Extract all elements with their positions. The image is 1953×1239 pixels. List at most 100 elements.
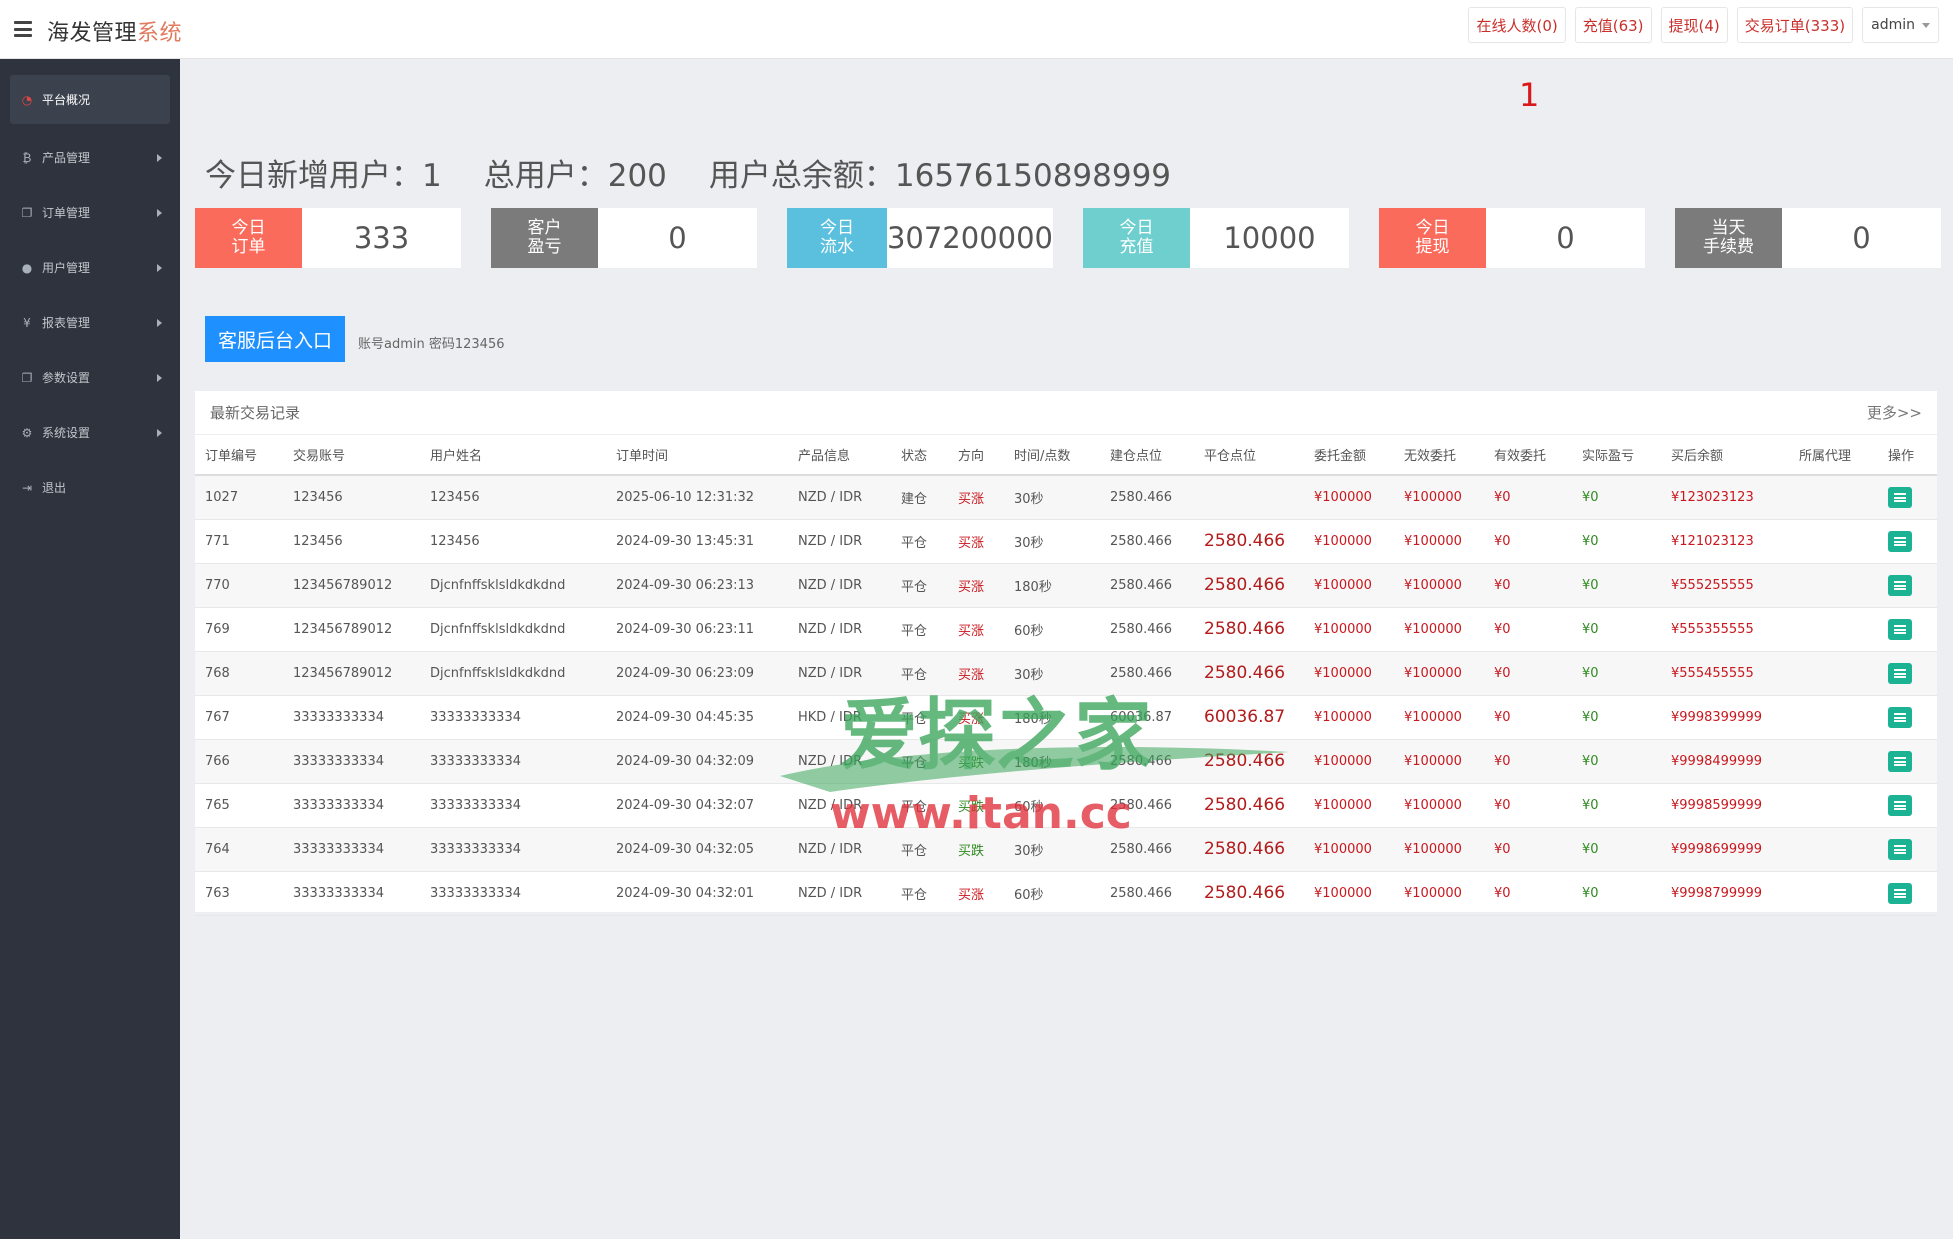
- cell-order-id: 1027: [195, 475, 283, 520]
- cell-profit-loss: ¥0: [1572, 607, 1661, 652]
- cell-close-price: [1194, 475, 1304, 520]
- cell-close-price: 2580.466: [1194, 563, 1304, 608]
- stat-card-label: 今日 订单: [195, 208, 302, 268]
- table-header-row: 订单编号 交易账号 用户姓名 订单时间 产品信息 状态 方向 时间/点数 建仓点位 平仓点位 委托金…: [195, 435, 1937, 476]
- cell-operation: [1878, 651, 1937, 696]
- menu-toggle-icon[interactable]: [14, 21, 32, 37]
- stat-card: 今日 订单 333: [195, 208, 461, 268]
- cell-status: 平仓: [891, 827, 948, 872]
- detail-icon[interactable]: [1888, 794, 1912, 816]
- cell-balance-after: ¥123023123: [1661, 475, 1789, 520]
- cell-agent: [1789, 607, 1878, 652]
- stat-card-label: 今日 流水: [787, 208, 887, 268]
- cell-close-price: 2580.466: [1194, 739, 1304, 784]
- sidebar-item-1[interactable]: ₿ 产品管理: [10, 130, 170, 185]
- detail-icon[interactable]: [1888, 530, 1912, 552]
- cell-user-name: 33333333334: [420, 783, 606, 828]
- cell-duration: 180秒: [1004, 739, 1100, 784]
- cell-account: 123456789012: [283, 607, 420, 652]
- cell-agent: [1789, 475, 1878, 520]
- sidebar-item-6[interactable]: ⚙ 系统设置: [10, 405, 170, 460]
- stat-card: 当天 手续费 0: [1675, 208, 1941, 268]
- user-menu[interactable]: admin: [1862, 7, 1939, 43]
- detail-icon[interactable]: [1888, 706, 1912, 728]
- cell-balance-after: ¥555255555: [1661, 563, 1789, 608]
- cell-status: 建仓: [891, 475, 948, 520]
- cell-direction: 买跌: [948, 783, 1004, 828]
- sidebar-item-7[interactable]: ⇥ 退出: [10, 460, 170, 515]
- column-header: 无效委托: [1394, 435, 1484, 476]
- cell-direction: 买涨: [948, 695, 1004, 740]
- stat-card-label-line1: 今日: [819, 218, 854, 238]
- chevron-right-icon: [157, 208, 162, 217]
- cell-open-price: 2580.466: [1100, 519, 1194, 564]
- cell-duration: 30秒: [1004, 651, 1100, 696]
- cell-agent: [1789, 695, 1878, 740]
- trade-orders-button[interactable]: 交易订单(333): [1736, 7, 1854, 43]
- stat-card: 今日 流水 307200000: [787, 208, 1053, 268]
- sidebar-item-2[interactable]: ❐ 订单管理: [10, 185, 170, 240]
- new-users-stat: 今日新增用户：1: [205, 158, 442, 194]
- cell-valid-entrust: ¥0: [1484, 475, 1572, 520]
- cell-open-price: 2580.466: [1100, 475, 1194, 520]
- cell-valid-entrust: ¥0: [1484, 739, 1572, 784]
- cell-product: NZD / IDR: [788, 607, 891, 652]
- cell-account: 33333333334: [283, 739, 420, 784]
- recharge-button[interactable]: 充值(63): [1574, 7, 1652, 43]
- cell-valid-entrust: ¥0: [1484, 695, 1572, 740]
- column-header: 买后余额: [1661, 435, 1789, 476]
- credentials-hint: 账号admin 密码123456: [358, 337, 505, 352]
- top-bar: 海发管理系统 在线人数(0) 充值(63) 提现(4) 交易订单(333) ad…: [0, 0, 1953, 59]
- sidebar-item-label: 报表管理: [42, 316, 91, 330]
- cell-operation: [1878, 827, 1937, 872]
- sidebar-item-5[interactable]: ❐ 参数设置: [10, 350, 170, 405]
- column-header: 订单编号: [195, 435, 283, 476]
- user-icon: ●: [21, 260, 33, 275]
- detail-icon[interactable]: [1888, 838, 1912, 860]
- column-header: 建仓点位: [1100, 435, 1194, 476]
- detail-icon[interactable]: [1888, 486, 1912, 508]
- copy-icon: ❐: [21, 370, 33, 385]
- cell-product: NZD / IDR: [788, 827, 891, 872]
- cell-product: HKD / IDR: [788, 695, 891, 740]
- cell-close-price: 2580.466: [1194, 519, 1304, 564]
- cell-balance-after: ¥121023123: [1661, 519, 1789, 564]
- cell-status: 平仓: [891, 739, 948, 784]
- cell-agent: [1789, 519, 1878, 564]
- more-link[interactable]: 更多>>: [1867, 402, 1922, 423]
- customer-service-button[interactable]: 客服后台入口: [205, 316, 345, 362]
- detail-icon[interactable]: [1888, 750, 1912, 772]
- cell-order-id: 766: [195, 739, 283, 784]
- cell-order-id: 768: [195, 651, 283, 696]
- detail-icon[interactable]: [1888, 618, 1912, 640]
- column-header: 状态: [891, 435, 948, 476]
- panel-header: 最新交易记录 更多>>: [195, 391, 1937, 435]
- detail-icon[interactable]: [1888, 882, 1912, 904]
- sidebar-item-label: 用户管理: [42, 261, 91, 275]
- cell-agent: [1789, 827, 1878, 872]
- cell-operation: [1878, 695, 1937, 740]
- cell-operation: [1878, 475, 1937, 520]
- sidebar-item-3[interactable]: ● 用户管理: [10, 240, 170, 295]
- cell-operation: [1878, 871, 1937, 916]
- sidebar-item-0[interactable]: ◔ 平台概况: [10, 75, 170, 124]
- cell-user-name: Djcnfnffsklsldkdkdnd: [420, 651, 606, 696]
- stat-card-value: 0: [668, 221, 687, 255]
- cell-status: 平仓: [891, 519, 948, 564]
- stat-card-label-line2: 手续费: [1703, 237, 1754, 257]
- cell-duration: 60秒: [1004, 607, 1100, 652]
- online-users-button[interactable]: 在线人数(0): [1468, 7, 1566, 43]
- cell-duration: 180秒: [1004, 563, 1100, 608]
- cell-status: 平仓: [891, 783, 948, 828]
- cell-invalid-entrust: ¥100000: [1394, 695, 1484, 740]
- cell-close-price: 2580.466: [1194, 871, 1304, 916]
- cell-open-price: 2580.466: [1100, 871, 1194, 916]
- column-header: 时间/点数: [1004, 435, 1100, 476]
- detail-icon[interactable]: [1888, 574, 1912, 596]
- cell-user-name: Djcnfnffsklsldkdkdnd: [420, 563, 606, 608]
- sidebar-item-4[interactable]: ¥ 报表管理: [10, 295, 170, 350]
- table-row: 1027 123456 123456 2025-06-10 12:31:32 NZD /…: [195, 475, 1937, 520]
- detail-icon[interactable]: [1888, 662, 1912, 684]
- withdraw-button[interactable]: 提现(4): [1660, 7, 1728, 43]
- sidebar-item-label: 产品管理: [42, 151, 91, 165]
